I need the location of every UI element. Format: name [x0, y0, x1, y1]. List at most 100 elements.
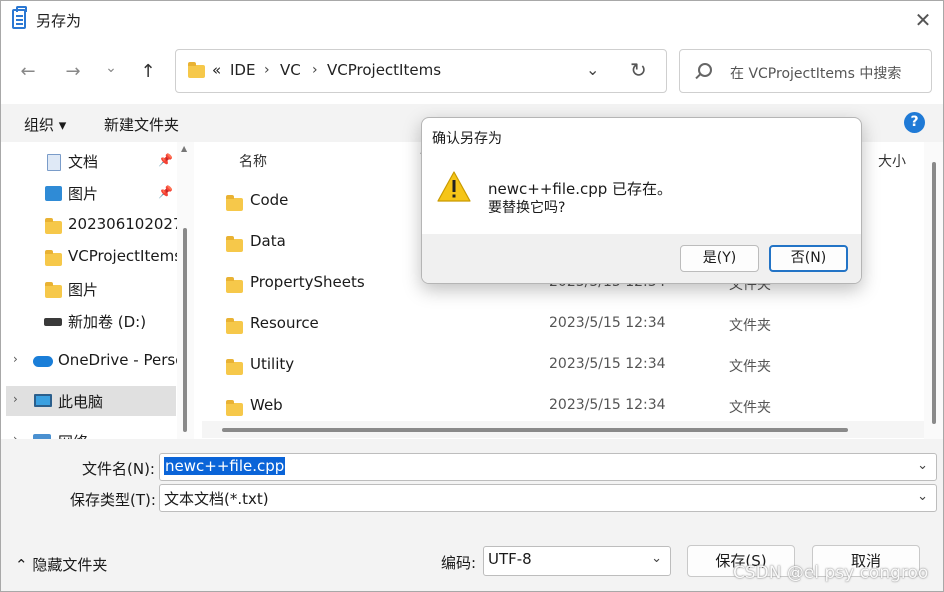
chevron-down-icon[interactable]: ⌄ — [651, 551, 662, 566]
file-type: 文件夹 — [729, 318, 771, 334]
sidebar-item-documents[interactable]: 文档 📌 — [1, 146, 177, 176]
dialog-footer: 是(Y) 否(N) — [422, 234, 861, 283]
filename-label: 文件名(N): — [82, 460, 155, 478]
hide-folders-button[interactable]: ⌃ 隐藏文件夹 — [15, 554, 107, 575]
scroll-up-icon[interactable]: ▲ — [181, 144, 187, 153]
encoding-select[interactable]: UTF-8 ⌄ — [483, 546, 671, 576]
chevron-up-icon: ⌃ — [15, 556, 28, 574]
sidebar-item-label: 202306102027 — [68, 215, 183, 233]
search-icon — [698, 63, 712, 77]
chevron-right-icon: › — [264, 62, 270, 78]
pin-icon: 📌 — [158, 185, 173, 199]
help-icon[interactable]: ? — [904, 112, 925, 133]
chevron-down-icon[interactable]: ⌄ — [917, 458, 928, 473]
folder-icon — [45, 250, 62, 266]
filename-field[interactable]: newc++file.cpp ⌄ — [159, 453, 937, 481]
folder-icon — [188, 62, 205, 78]
file-name: Code — [250, 191, 289, 209]
navigation-pane: 文档 📌 图片 📌 202306102027 VCProjectItems 图片… — [1, 142, 194, 439]
breadcrumb-vc[interactable]: VC — [280, 61, 301, 79]
folder-icon — [226, 318, 243, 334]
search-placeholder: 在 VCProjectItems 中搜索 — [730, 66, 902, 82]
sidebar-item-network[interactable]: › 网络 — [1, 426, 177, 439]
file-list-vertical-scrollbar[interactable] — [924, 142, 943, 439]
no-button[interactable]: 否(N) — [769, 245, 848, 272]
encoding-label: 编码: — [441, 554, 477, 572]
sidebar-item-onedrive[interactable]: › OneDrive - Perso — [1, 346, 184, 376]
save-as-window: 另存为 ✕ ← → ⌄ ↑ « IDE › VC › VCProjectItem… — [0, 0, 944, 592]
sidebar-item-pictures[interactable]: 图片 📌 — [1, 178, 177, 208]
file-date: 2023/5/15 12:34 — [549, 315, 666, 331]
sidebar-item-label: OneDrive - Perso — [58, 351, 185, 369]
folder-icon — [45, 282, 62, 298]
file-row-resource[interactable]: Resource 2023/5/15 12:34 文件夹 — [202, 305, 902, 345]
sidebar-item-pictures-folder[interactable]: 图片 — [1, 274, 177, 304]
filetype-select[interactable]: 文本文档(*.txt) ⌄ — [159, 484, 937, 512]
file-name: Utility — [250, 355, 295, 373]
sidebar-item-label: VCProjectItems — [68, 247, 183, 265]
organize-button[interactable]: 组织 ▾ — [24, 114, 66, 135]
document-icon — [47, 154, 61, 171]
scrollbar-thumb[interactable] — [932, 162, 936, 424]
sidebar-item-label: 图片 — [68, 185, 99, 203]
confirm-save-as-dialog: 确认另存为 newc++file.cpp 已存在。 要替换它吗? 是(Y) 否(… — [421, 117, 862, 284]
file-type: 文件夹 — [729, 359, 771, 375]
yes-button[interactable]: 是(Y) — [680, 245, 759, 272]
filename-value: newc++file.cpp — [164, 457, 286, 475]
dialog-message-replace: 要替换它吗? — [488, 200, 566, 216]
watermark-text: CSDN @el psy congroo — [733, 563, 929, 583]
sidebar-item-this-pc[interactable]: › 此电脑 — [6, 386, 176, 416]
dialog-message-exists: newc++file.cpp 已存在。 — [488, 180, 673, 198]
recent-locations-button[interactable]: ⌄ — [97, 54, 125, 82]
warning-icon — [437, 171, 471, 202]
sidebar-item-folder-202306102027[interactable]: 202306102027 — [1, 210, 183, 240]
chevron-down-icon[interactable]: ⌄ — [917, 489, 928, 504]
pc-icon — [34, 394, 52, 407]
file-type: 文件夹 — [729, 400, 771, 416]
onedrive-icon — [33, 356, 53, 367]
file-list-horizontal-scrollbar[interactable] — [202, 421, 924, 438]
up-button[interactable]: ↑ — [134, 58, 162, 86]
sidebar-item-vcprojectitems[interactable]: VCProjectItems — [1, 242, 182, 272]
title-bar: 另存为 ✕ — [1, 1, 943, 39]
sidebar-scrollbar[interactable]: ▲ — [177, 142, 194, 439]
address-bar[interactable]: « IDE › VC › VCProjectItems ⌄ ↻ — [175, 49, 667, 93]
file-name: PropertySheets — [250, 273, 365, 291]
scrollbar-thumb[interactable] — [183, 228, 187, 432]
sidebar-item-drive-d[interactable]: 新加卷 (D:) — [1, 306, 177, 336]
dialog-title: 确认另存为 — [432, 131, 502, 147]
back-button[interactable]: ← — [14, 58, 42, 86]
file-date: 2023/5/15 12:34 — [549, 397, 666, 413]
sidebar-item-label: 文档 — [68, 153, 99, 171]
sidebar-item-label: 此电脑 — [58, 393, 104, 411]
breadcrumb-ide[interactable]: IDE — [230, 61, 255, 79]
breadcrumb-vcprojectitems[interactable]: VCProjectItems — [327, 61, 441, 79]
column-header-size[interactable]: 大小 — [878, 151, 906, 171]
sidebar-item-label: 新加卷 (D:) — [68, 313, 147, 331]
chevron-down-icon[interactable]: ⌄ — [586, 60, 599, 79]
folder-icon — [226, 236, 243, 252]
filetype-label: 保存类型(T): — [70, 491, 156, 509]
sidebar-item-label: 图片 — [68, 281, 99, 299]
expand-icon[interactable]: › — [13, 392, 18, 406]
folder-icon — [226, 277, 243, 293]
sidebar-item-label: 网络 — [58, 431, 88, 439]
scrollbar-thumb[interactable] — [222, 428, 848, 432]
new-folder-button[interactable]: 新建文件夹 — [104, 114, 179, 135]
folder-icon — [226, 195, 243, 211]
folder-icon — [45, 218, 62, 234]
pictures-icon — [45, 186, 62, 201]
search-box[interactable]: 在 VCProjectItems 中搜索 — [679, 49, 932, 93]
folder-icon — [226, 359, 243, 375]
forward-button[interactable]: → — [59, 58, 87, 86]
refresh-icon[interactable]: ↻ — [630, 58, 647, 82]
breadcrumb-overflow[interactable]: « — [212, 61, 221, 79]
expand-icon[interactable]: › — [13, 352, 18, 366]
expand-icon[interactable]: › — [13, 432, 18, 439]
file-name: Data — [250, 232, 286, 250]
column-header-name[interactable]: 名称 ^ — [239, 150, 427, 171]
file-row-utility[interactable]: Utility 2023/5/15 12:34 文件夹 — [202, 346, 902, 386]
filetype-value: 文本文档(*.txt) — [164, 490, 269, 508]
close-button[interactable]: ✕ — [905, 7, 941, 33]
file-date: 2023/5/15 12:34 — [549, 356, 666, 372]
